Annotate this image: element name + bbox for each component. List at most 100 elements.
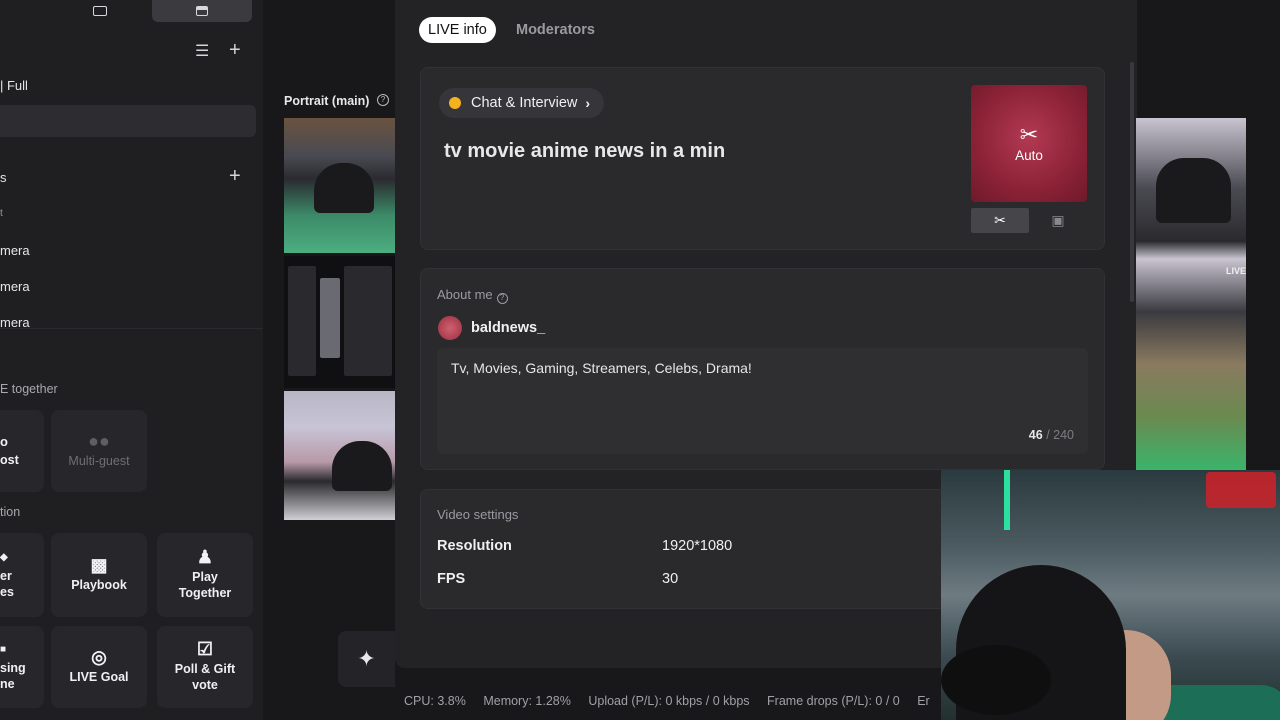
live-together-title: E together	[0, 382, 58, 396]
neon-sign	[1206, 472, 1276, 508]
about-me-card: About me? baldnews_ Tv, Movies, Gaming, …	[420, 268, 1105, 470]
category-icon	[449, 97, 461, 109]
help-icon[interactable]: ?	[496, 293, 508, 304]
preview-thumbnail[interactable]	[284, 256, 395, 388]
goal-icon: ◎	[91, 647, 107, 667]
source-item-camera[interactable]: mera	[0, 243, 30, 258]
partial-tile-icon: ■	[0, 644, 7, 655]
section-marker: s	[0, 170, 7, 185]
partial-tile-line: sing	[0, 661, 26, 675]
playbook-label: Playbook	[71, 578, 127, 592]
cover-mode-tabs: ✂ ▣	[971, 208, 1087, 233]
auto-cover-tab[interactable]: ✂	[971, 208, 1029, 233]
add-scene-icon[interactable]: +	[229, 40, 241, 60]
landscape-layout-button[interactable]	[50, 0, 150, 22]
portrait-icon	[196, 6, 208, 16]
status-bar: CPU: 3.8% Memory: 1.28% Upload (P/L): 0 …	[404, 694, 944, 708]
partial-tile-line: es	[0, 585, 14, 599]
playbook-icon: ▩	[90, 555, 108, 575]
mini-screen	[288, 266, 316, 376]
live-goal-label: LIVE Goal	[69, 670, 129, 684]
play-together-icon: ♟	[196, 547, 214, 567]
bio-text: Tv, Movies, Gaming, Streamers, Celebs, D…	[451, 360, 752, 376]
neon-light	[1004, 470, 1010, 530]
about-me-label: About me	[437, 287, 493, 302]
cover-image-button[interactable]: ✂ Auto	[971, 85, 1087, 202]
partial-tile-left-2[interactable]: ■ sing ne	[0, 626, 44, 708]
preview-label: Portrait (main)	[284, 94, 370, 108]
cohost-tile[interactable]: o ost	[0, 410, 44, 492]
cover-label: Auto	[1015, 148, 1043, 163]
cap-shape	[332, 441, 392, 491]
bio-textarea[interactable]: Tv, Movies, Gaming, Streamers, Celebs, D…	[437, 348, 1088, 454]
live-tag: LIVE	[1226, 266, 1247, 276]
upload-rate: Upload (P/L): 0 kbps / 0 kbps	[588, 694, 750, 708]
play-together-label: Together	[178, 586, 232, 600]
landscape-icon	[93, 6, 107, 16]
magic-wand-button[interactable]: ✦	[338, 631, 395, 687]
source-item-camera[interactable]: mera	[0, 279, 30, 294]
cohost-icon: o	[0, 434, 8, 449]
status-tail: Er	[917, 694, 930, 708]
mini-screen	[344, 266, 392, 376]
interaction-title: tion	[0, 505, 21, 519]
webcam-feed	[941, 470, 1280, 720]
cpu-usage: CPU: 3.8%	[404, 694, 466, 708]
divider	[0, 328, 263, 329]
memory-usage: Memory: 1.28%	[483, 694, 571, 708]
cap-shape	[314, 163, 374, 213]
scene-item[interactable]: | Full	[0, 78, 28, 93]
poll-label: vote	[192, 678, 218, 692]
character-counter: 46 / 240	[1029, 428, 1074, 442]
selected-scene-row[interactable]	[0, 105, 256, 137]
scissors-icon: ✂	[1019, 122, 1039, 147]
resolution-label: Resolution	[437, 538, 512, 554]
video-settings-title: Video settings	[437, 507, 519, 522]
category-selector[interactable]: Chat & Interview ›	[439, 88, 605, 118]
scrollbar[interactable]	[1130, 62, 1134, 302]
poll-gift-vote-tile[interactable]: ☑ Poll & Gift vote	[157, 626, 253, 708]
live-goal-tile[interactable]: ◎ LIVE Goal	[51, 626, 147, 708]
cap-shape	[1156, 158, 1231, 223]
source-marker: t	[0, 208, 3, 219]
username: baldnews_	[471, 320, 546, 336]
partial-tile-icon: ◆	[0, 552, 8, 563]
portrait-layout-button[interactable]	[152, 0, 252, 22]
partial-tile-left[interactable]: ◆ er es	[0, 533, 44, 617]
poll-label: Poll & Gift	[174, 662, 236, 676]
play-together-tile[interactable]: ♟ Play Together	[157, 533, 253, 617]
multi-guest-icon: ●●	[88, 431, 110, 451]
fps-label: FPS	[437, 571, 466, 587]
poll-icon: ☑	[196, 639, 214, 659]
category-label: Chat & Interview	[471, 95, 578, 111]
char-count: 46	[1028, 428, 1043, 442]
preview-thumbnail[interactable]	[284, 118, 395, 253]
partial-tile-line: er	[0, 569, 12, 583]
multi-guest-tile[interactable]: ●● Multi-guest	[51, 410, 147, 492]
image-icon: ▣	[1051, 212, 1065, 228]
stream-title-input[interactable]: tv movie anime news in a min	[444, 140, 725, 163]
fps-value: 30	[662, 571, 679, 587]
play-together-label: Play	[192, 570, 218, 584]
add-source-icon[interactable]: +	[229, 166, 241, 186]
preview-thumbnail[interactable]	[284, 391, 395, 520]
help-icon[interactable]: ?	[377, 94, 389, 106]
list-icon[interactable]: ☰	[195, 42, 209, 62]
tab-live-info[interactable]: LIVE info	[419, 17, 496, 43]
image-cover-tab[interactable]: ▣	[1029, 208, 1087, 233]
multi-guest-label: Multi-guest	[68, 454, 130, 468]
cohost-label: ost	[0, 453, 19, 467]
tab-moderators[interactable]: Moderators	[507, 17, 604, 43]
frame-drops: Frame drops (P/L): 0 / 0	[767, 694, 900, 708]
magic-wand-icon: ✦	[357, 646, 376, 671]
stream-info-card: Chat & Interview › tv movie anime news i…	[420, 67, 1105, 250]
playbook-tile[interactable]: ▩ Playbook	[51, 533, 147, 617]
about-me-title: About me?	[437, 287, 508, 304]
landscape-preview[interactable]	[1136, 118, 1246, 470]
resolution-value: 1920*1080	[662, 538, 733, 554]
chevron-right-icon: ›	[585, 95, 591, 111]
mini-screen	[320, 278, 340, 358]
avatar	[438, 316, 462, 340]
char-max: / 240	[1046, 428, 1074, 442]
cap-brim-shape	[941, 645, 1051, 715]
